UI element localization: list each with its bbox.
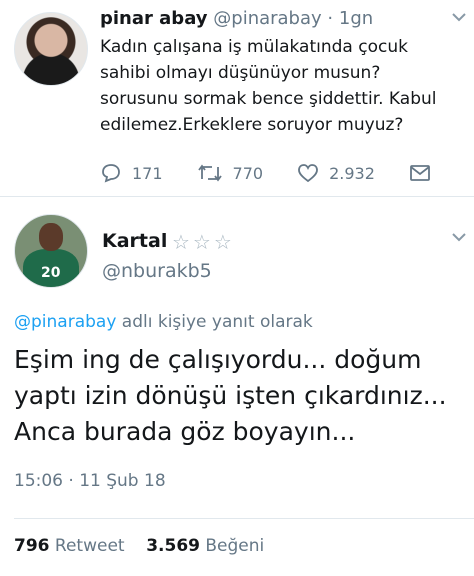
- avatar[interactable]: [14, 12, 88, 86]
- tweet-timestamp[interactable]: 15:06 · 11 Şub 18: [14, 471, 166, 491]
- retweet-label: Retweet: [54, 536, 125, 556]
- avatar-head: [39, 223, 63, 251]
- reply-count: 171: [132, 163, 163, 183]
- tweet-actions: 171 770 2.932: [100, 160, 430, 186]
- reply-button[interactable]: 171: [100, 163, 163, 183]
- retweet-icon: [197, 164, 222, 182]
- divider: [0, 196, 474, 197]
- author-name[interactable]: Kartal: [102, 230, 167, 252]
- envelope-icon: [410, 165, 430, 181]
- heart-icon: [298, 164, 318, 183]
- tweet-text: Eşim ing de çalışıyordu... doğum yaptı i…: [14, 345, 447, 446]
- like-count: 3.569: [146, 536, 200, 556]
- like-count: 2.932: [329, 163, 375, 183]
- reply-context: @pinarabay adlı kişiye yanıt olarak: [14, 312, 313, 332]
- retweet-count: 796: [14, 536, 50, 556]
- author-handle[interactable]: @pinarabay: [213, 8, 321, 29]
- tweet-stats: 796 Retweet 3.569 Beğeni: [14, 536, 264, 556]
- reply-mention-link[interactable]: @pinarabay: [14, 312, 116, 332]
- tweet-time[interactable]: 1gn: [339, 8, 373, 29]
- chevron-down-icon[interactable]: [452, 10, 466, 26]
- tweet-original[interactable]: pinar abay @pinarabay · 1gn Kadın çalışa…: [0, 0, 474, 196]
- tweet-header: pinar abay @pinarabay · 1gn: [100, 8, 373, 29]
- dm-button[interactable]: [409, 164, 441, 182]
- reply-context-label: adlı kişiye yanıt olarak: [116, 312, 313, 332]
- reply-icon: [102, 164, 120, 183]
- retweet-count: 770: [232, 163, 264, 183]
- separator-dot: ·: [327, 8, 334, 29]
- like-label: Beğeni: [205, 536, 265, 556]
- tweet-text: Kadın çalışana iş mülakatında çocuk sahi…: [100, 37, 437, 135]
- likes-stat[interactable]: 3.569 Beğeni: [146, 536, 264, 556]
- like-button[interactable]: 2.932: [297, 163, 375, 183]
- retweet-button[interactable]: 770: [197, 163, 264, 183]
- retweets-stat[interactable]: 796 Retweet: [14, 536, 125, 556]
- jersey-number: 20: [41, 265, 61, 281]
- author-handle[interactable]: @nburakb5: [102, 260, 212, 282]
- divider: [14, 518, 474, 519]
- author-name[interactable]: pinar abay: [100, 8, 208, 29]
- star-icons: ☆☆☆: [172, 230, 235, 254]
- chevron-down-icon[interactable]: [452, 230, 466, 246]
- avatar[interactable]: 20: [14, 214, 88, 288]
